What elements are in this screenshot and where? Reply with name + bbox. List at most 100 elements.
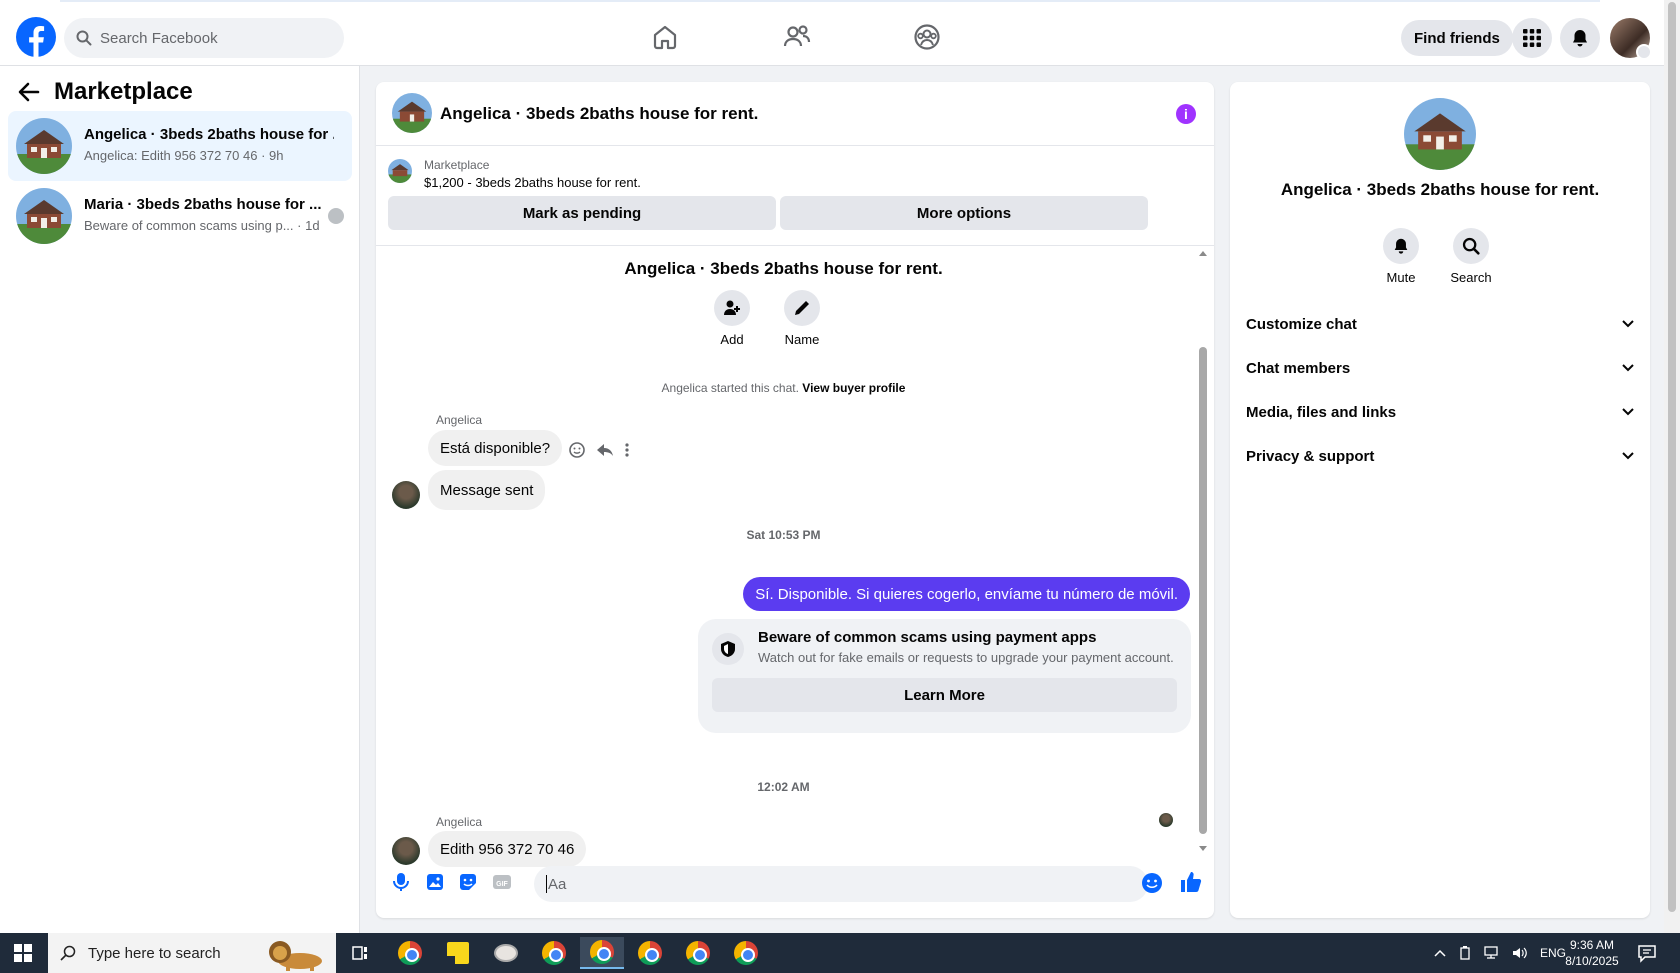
- conversation-item[interactable]: Angelica · 3beds 2baths house for ... An…: [8, 111, 352, 181]
- search-icon: [76, 30, 92, 46]
- top-navigation-bar: Search Facebook Find friends: [0, 0, 1664, 66]
- chat-title[interactable]: Angelica · 3beds 2baths house for rent.: [440, 104, 758, 124]
- menu-grid-icon[interactable]: [1512, 18, 1552, 58]
- more-options-button[interactable]: More options: [780, 196, 1148, 230]
- chat-panel: Angelica · 3beds 2baths house for rent. …: [376, 82, 1214, 918]
- message-scrollbar-thumb[interactable]: [1199, 347, 1207, 834]
- taskbar-clock[interactable]: 9:36 AM 8/10/2025: [1560, 937, 1624, 969]
- section-label: Privacy & support: [1246, 447, 1375, 465]
- sender-name: Angelica: [436, 815, 483, 829]
- chat-avatar[interactable]: [392, 93, 432, 133]
- loading-line: [60, 0, 1600, 2]
- sender-avatar[interactable]: [392, 481, 420, 509]
- sticky-notes-icon[interactable]: [436, 937, 480, 969]
- section-label: Chat members: [1246, 359, 1351, 377]
- network-icon[interactable]: [1484, 946, 1500, 960]
- name-chat-button[interactable]: Name: [772, 290, 832, 347]
- home-icon[interactable]: [650, 22, 680, 52]
- reply-icon[interactable]: [596, 441, 614, 459]
- bell-icon[interactable]: [1560, 18, 1600, 58]
- scam-warning-text: Watch out for fake emails or requests to…: [758, 650, 1174, 665]
- sticker-icon[interactable]: [457, 871, 479, 893]
- search-in-chat-button[interactable]: Search: [1441, 228, 1501, 285]
- scroll-up-arrow[interactable]: [1199, 251, 1207, 256]
- page-scrollbar[interactable]: [1664, 0, 1680, 933]
- search-icon: [1462, 237, 1480, 255]
- info-icon[interactable]: i: [1176, 104, 1196, 124]
- chat-details-avatar[interactable]: [1404, 98, 1476, 170]
- sender-name: Angelica: [436, 413, 483, 427]
- microphone-icon[interactable]: [390, 871, 412, 893]
- chrome-app-icon[interactable]: [724, 937, 768, 969]
- name-label: Name: [784, 332, 820, 347]
- chrome-app-icon[interactable]: [532, 937, 576, 969]
- listing-source: Marketplace: [424, 158, 490, 172]
- volume-icon[interactable]: [1512, 946, 1528, 960]
- system-tray: ENG: [1434, 933, 1566, 973]
- task-view-icon[interactable]: [338, 937, 382, 969]
- find-friends-button[interactable]: Find friends: [1401, 20, 1513, 56]
- battery-icon[interactable]: [1458, 946, 1472, 960]
- like-thumb-icon[interactable]: [1179, 870, 1202, 892]
- profile-avatar[interactable]: [1610, 18, 1652, 60]
- mute-button[interactable]: Mute: [1371, 228, 1431, 285]
- windows-start-icon[interactable]: [14, 944, 32, 962]
- more-dots-icon[interactable]: [624, 441, 630, 459]
- media-files-links-section[interactable]: Media, files and links: [1246, 390, 1634, 434]
- taskbar-search-box[interactable]: Type here to search: [48, 933, 336, 973]
- incoming-message[interactable]: Message sent: [428, 470, 546, 510]
- mute-label: Mute: [1386, 270, 1416, 285]
- chevron-up-icon[interactable]: [1434, 949, 1446, 957]
- bell-icon: [1392, 237, 1410, 255]
- chrome-app-icon[interactable]: [580, 937, 624, 969]
- house-thumbnail: [16, 188, 72, 244]
- view-buyer-profile-link[interactable]: View buyer profile: [802, 381, 905, 395]
- listing-thumbnail[interactable]: [388, 159, 412, 183]
- search-facebook-bar[interactable]: Search Facebook: [64, 18, 344, 58]
- friends-icon[interactable]: [782, 22, 812, 52]
- privacy-support-section[interactable]: Privacy & support: [1246, 434, 1634, 478]
- conversation-item[interactable]: Maria · 3beds 2baths house for ... Bewar…: [8, 181, 352, 251]
- gif-icon[interactable]: GIF: [491, 871, 513, 893]
- react-emoji-icon[interactable]: [568, 441, 586, 459]
- conversation-time: 1d: [305, 218, 320, 233]
- facebook-logo[interactable]: [16, 17, 56, 57]
- notification-center-icon[interactable]: [1637, 943, 1657, 963]
- chrome-app-icon[interactable]: [676, 937, 720, 969]
- chrome-app-icon[interactable]: [628, 937, 672, 969]
- thread-title: Angelica · 3beds 2baths house for rent.: [624, 259, 943, 278]
- groups-icon[interactable]: [912, 22, 942, 52]
- outgoing-message[interactable]: Sí. Disponible. Si quieres cogerlo, enví…: [743, 577, 1190, 611]
- listing-text[interactable]: $1,200 - 3beds 2baths house for rent.: [424, 175, 641, 190]
- customize-chat-section[interactable]: Customize chat: [1246, 302, 1634, 346]
- chrome-app-icon[interactable]: [388, 937, 432, 969]
- scroll-down-arrow[interactable]: [1199, 846, 1207, 851]
- incoming-message[interactable]: Está disponible?: [428, 430, 563, 466]
- page-scrollbar-thumb[interactable]: [1668, 2, 1676, 912]
- windows-taskbar: Type here to search ENG 9:36 AM 8/10/202…: [0, 933, 1680, 973]
- back-arrow-icon[interactable]: [18, 81, 40, 103]
- chevron-down-icon: [1622, 452, 1634, 460]
- learn-more-button[interactable]: Learn More: [712, 678, 1177, 712]
- conversation-preview: Beware of common scams using p... · 1d: [84, 218, 320, 233]
- chevron-down-icon: [1622, 320, 1634, 328]
- photo-icon[interactable]: [424, 871, 446, 893]
- conversation-preview: Angelica: Edith 956 372 70 46 · 9h: [84, 148, 284, 163]
- timestamp: Sat 10:53 PM: [746, 528, 821, 542]
- timestamp: 12:02 AM: [757, 780, 810, 794]
- svg-text:GIF: GIF: [496, 881, 508, 888]
- conversation-preview-text: Angelica: Edith 956 372 70 46: [84, 148, 258, 163]
- search-placeholder: Search Facebook: [100, 29, 218, 47]
- message-input[interactable]: Aa: [534, 866, 1148, 902]
- paint-app-icon[interactable]: [484, 937, 528, 969]
- message-input-placeholder: Aa: [548, 875, 567, 893]
- house-thumbnail: [16, 118, 72, 174]
- mark-as-pending-button[interactable]: Mark as pending: [388, 196, 776, 230]
- add-member-button[interactable]: Add: [702, 290, 762, 347]
- chat-members-section[interactable]: Chat members: [1246, 346, 1634, 390]
- message-scrollbar[interactable]: [1198, 247, 1208, 855]
- emoji-icon[interactable]: [1141, 872, 1163, 894]
- seen-avatar-icon: [328, 208, 344, 224]
- chevron-down-icon: [1622, 364, 1634, 372]
- lion-search-highlight-icon: [260, 937, 330, 971]
